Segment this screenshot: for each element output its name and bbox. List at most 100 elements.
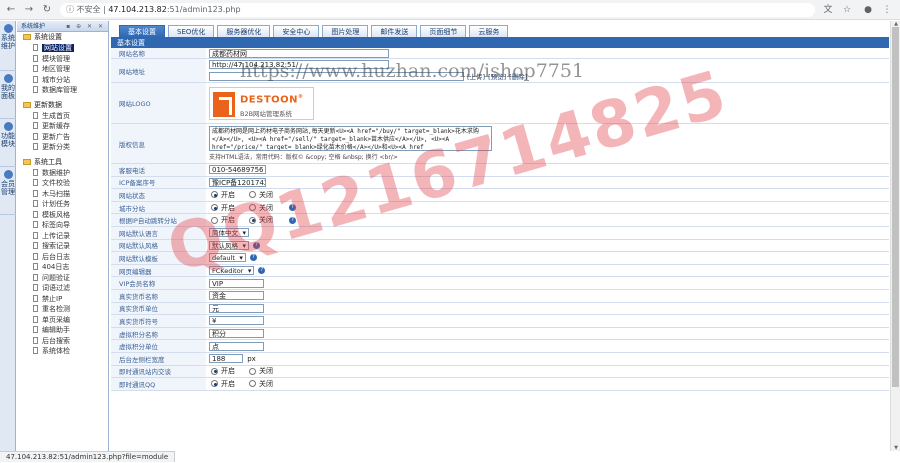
vip-name-input[interactable]: VIP: [209, 279, 264, 288]
sidebar-item[interactable]: 地区管理: [17, 64, 108, 75]
info-icon[interactable]: ⓘ: [66, 5, 74, 14]
sidebar-controls[interactable]: ▪ ⊕ ✕ ✕: [66, 21, 105, 32]
logo-mark: [213, 92, 235, 117]
sidebar-item[interactable]: 模板风格: [17, 210, 108, 221]
icp-input[interactable]: 豫ICP备12017429号: [209, 178, 266, 187]
money-symbol-input[interactable]: ¥: [209, 316, 264, 325]
top-tab[interactable]: 服务器优化: [217, 25, 270, 37]
sidebar-item[interactable]: 上传记录: [17, 231, 108, 242]
top-tab[interactable]: 页面细节: [420, 25, 466, 37]
vtab-members[interactable]: 会员管理: [0, 167, 16, 215]
sidebar-item[interactable]: 木马扫描: [17, 189, 108, 200]
document-icon: [33, 122, 38, 129]
radio-on[interactable]: [211, 368, 218, 375]
money-name-input[interactable]: 资金: [209, 291, 264, 300]
page-scrollbar[interactable]: ▲ ▼: [890, 21, 900, 451]
site-status-label: 网站状态: [111, 189, 206, 201]
sidebar-group[interactable]: 更新数据: [17, 100, 108, 111]
url-path: :51/admin123.php: [167, 5, 241, 14]
status-bar: 47.104.213.82:51/admin123.php?file=modul…: [0, 451, 175, 462]
not-secure-label: 不安全: [77, 5, 101, 14]
top-tab[interactable]: 邮件发送: [371, 25, 417, 37]
document-icon: [33, 65, 38, 72]
sidebar-item[interactable]: 更新缓存: [17, 121, 108, 132]
scroll-down-icon[interactable]: ▼: [891, 445, 900, 451]
row-left-width: 后台左侧栏宽度188 px: [111, 353, 889, 366]
radio-on[interactable]: [211, 191, 218, 198]
vtab-my-panel[interactable]: 我的面板: [0, 71, 16, 119]
radio-on[interactable]: [211, 380, 218, 387]
top-tab[interactable]: 图片处理: [322, 25, 368, 37]
sidebar-item[interactable]: 数据维护: [17, 168, 108, 179]
scroll-thumb[interactable]: [892, 27, 899, 387]
sidebar-item[interactable]: 重名检测: [17, 304, 108, 315]
document-icon: [33, 295, 38, 302]
site-name-input[interactable]: 成都药材网: [209, 49, 389, 58]
address-bar[interactable]: ⓘ 不安全 | 47.104.213.82:51/admin123.php: [60, 3, 815, 17]
sidebar-item[interactable]: 标签向导: [17, 220, 108, 231]
phone-input[interactable]: 010-54689756: [209, 165, 266, 174]
sidebar-item[interactable]: 单页采编: [17, 315, 108, 326]
vtab-modules[interactable]: 功能模块: [0, 119, 16, 167]
document-icon: [33, 305, 38, 312]
top-tab[interactable]: 安全中心: [273, 25, 319, 37]
im-web-label: 即时通讯站内交谈: [111, 366, 206, 378]
document-icon: [33, 76, 38, 83]
help-icon[interactable]: ?: [258, 267, 265, 274]
top-tab[interactable]: 基本设置: [119, 25, 165, 37]
sidebar-tree: 系统设置网站设置模块管理地区管理城市分站数据库管理更新数据生成首页更新缓存更新广…: [17, 32, 108, 361]
sidebar-item[interactable]: 数据库管理: [17, 85, 108, 96]
vtab-system[interactable]: 系统维护: [0, 21, 16, 71]
sidebar-item[interactable]: 更新广告: [17, 132, 108, 143]
sidebar-item[interactable]: 搜索记录: [17, 241, 108, 252]
back-icon[interactable]: ←: [4, 3, 18, 17]
document-icon: [33, 112, 38, 119]
sidebar-item[interactable]: 系统体检: [17, 346, 108, 357]
document-icon: [33, 242, 38, 249]
profile-icon[interactable]: ●: [861, 3, 875, 17]
sidebar-item[interactable]: 城市分站: [17, 75, 108, 86]
sidebar-item[interactable]: 网站设置: [17, 43, 108, 54]
sidebar-item[interactable]: 文件校验: [17, 178, 108, 189]
menu-icon[interactable]: ⋮: [880, 3, 894, 17]
document-icon: [33, 200, 38, 207]
left-width-input[interactable]: 188: [209, 354, 243, 363]
document-icon: [33, 263, 38, 270]
icp-label: ICP备案序号: [111, 177, 206, 189]
bookmark-star-icon[interactable]: ☆: [840, 3, 854, 17]
sidebar-item[interactable]: 问题验证: [17, 273, 108, 284]
sidebar-item[interactable]: 更新分类: [17, 142, 108, 153]
translate-icon[interactable]: 文: [821, 3, 835, 17]
top-tab[interactable]: 云服务: [469, 25, 508, 37]
sidebar-item[interactable]: 后台搜索: [17, 336, 108, 347]
sidebar-item[interactable]: 后台日志: [17, 252, 108, 263]
sidebar-item[interactable]: 禁止IP: [17, 294, 108, 305]
forward-icon[interactable]: →: [22, 3, 36, 17]
radio-off[interactable]: [249, 368, 256, 375]
im-qq-label: 即时通讯QQ: [111, 378, 206, 390]
radio-off[interactable]: [249, 380, 256, 387]
sidebar-item[interactable]: 编辑助手: [17, 325, 108, 336]
unit-label: px: [247, 355, 256, 363]
row-money-symbol: 真实货币符号¥: [111, 315, 889, 328]
reload-icon[interactable]: ↻: [40, 3, 54, 17]
sidebar-item[interactable]: 词语过滤: [17, 283, 108, 294]
sidebar-group[interactable]: 系统设置: [17, 32, 108, 43]
document-icon: [33, 316, 38, 323]
credit-unit-input[interactable]: 点: [209, 342, 264, 351]
credit-name-input[interactable]: 积分: [209, 329, 264, 338]
money-unit-input[interactable]: 元: [209, 304, 264, 313]
sidebar-item[interactable]: 模块管理: [17, 54, 108, 65]
left-width-label: 后台左侧栏宽度: [111, 353, 206, 365]
sidebar: 系统维护 ▪ ⊕ ✕ ✕ 系统设置网站设置模块管理地区管理城市分站数据库管理更新…: [17, 21, 109, 451]
row-im-web: 即时通讯站内交谈开启关闭: [111, 366, 889, 379]
document-icon: [33, 190, 38, 197]
top-tab[interactable]: SEO优化: [168, 25, 214, 37]
logo-subtitle: B2B网站管理系统: [240, 108, 292, 118]
top-tabs: 基本设置SEO优化服务器优化安全中心图片处理邮件发送页面细节云服务: [111, 21, 889, 39]
sidebar-item[interactable]: 计划任务: [17, 199, 108, 210]
sidebar-item[interactable]: 404日志: [17, 262, 108, 273]
sidebar-item[interactable]: 生成首页: [17, 111, 108, 122]
sidebar-group[interactable]: 系统工具: [17, 157, 108, 168]
credit-name-label: 虚拟积分名称: [111, 328, 206, 340]
